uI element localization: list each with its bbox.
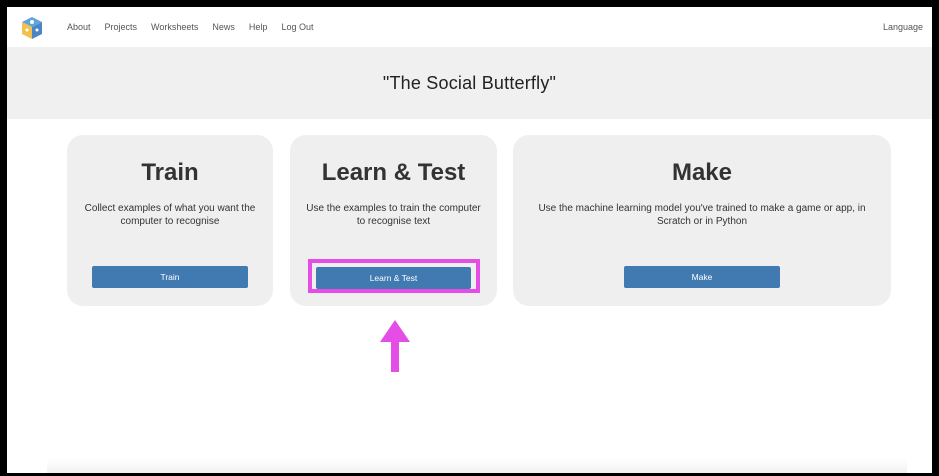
top-navbar: About Projects Worksheets News Help Log …: [7, 7, 932, 47]
make-button[interactable]: Make: [624, 266, 780, 288]
nav-worksheets[interactable]: Worksheets: [151, 22, 198, 32]
up-arrow-icon: [380, 320, 410, 372]
train-card-title: Train: [141, 159, 199, 186]
make-card-description: Use the machine learning model you've tr…: [538, 203, 866, 227]
ml-cube-logo-icon[interactable]: [21, 16, 43, 40]
nav-logout[interactable]: Log Out: [281, 22, 313, 32]
highlight-box: [308, 259, 480, 293]
learn-test-card-description: Use the examples to train the computer t…: [306, 203, 481, 227]
make-card: Make Use the machine learning model you'…: [513, 135, 891, 306]
nav-links: About Projects Worksheets News Help Log …: [67, 7, 327, 47]
train-card: Train Collect examples of what you want …: [67, 135, 273, 306]
learn-test-card-title: Learn & Test: [321, 159, 466, 186]
app-window: About Projects Worksheets News Help Log …: [7, 7, 932, 473]
project-title: "The Social Butterfly": [382, 72, 557, 93]
nav-about[interactable]: About: [67, 22, 91, 32]
language-menu[interactable]: Language: [883, 7, 923, 47]
bottom-shadow: [47, 459, 907, 473]
train-button[interactable]: Train: [92, 266, 248, 288]
make-card-title: Make: [671, 159, 733, 186]
nav-help[interactable]: Help: [249, 22, 268, 32]
nav-news[interactable]: News: [212, 22, 235, 32]
nav-projects[interactable]: Projects: [105, 22, 138, 32]
train-card-description: Collect examples of what you want the co…: [84, 203, 256, 227]
project-banner: "The Social Butterfly": [7, 47, 932, 119]
